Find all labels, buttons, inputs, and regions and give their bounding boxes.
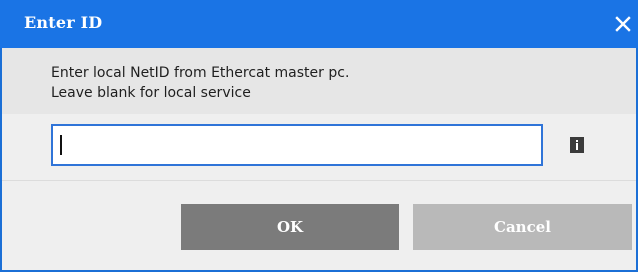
ok-button[interactable]: OK — [181, 204, 399, 250]
dialog-title: Enter ID — [24, 13, 103, 32]
message-area: Enter local NetID from Ethercat master p… — [2, 48, 636, 114]
close-button[interactable] — [606, 0, 638, 48]
info-button[interactable] — [570, 137, 584, 153]
message-line-2: Leave blank for local service — [51, 85, 251, 101]
title-bar: Enter ID — [0, 0, 638, 48]
netid-input-container[interactable] — [51, 124, 543, 166]
info-icon — [570, 137, 584, 153]
close-icon — [615, 16, 631, 32]
text-caret — [60, 135, 62, 155]
cancel-button[interactable]: Cancel — [413, 204, 632, 250]
enter-id-dialog: Enter ID Enter local NetID from Ethercat… — [0, 0, 638, 272]
divider — [2, 180, 636, 181]
netid-input[interactable] — [53, 126, 541, 164]
message-line-1: Enter local NetID from Ethercat master p… — [51, 65, 350, 81]
